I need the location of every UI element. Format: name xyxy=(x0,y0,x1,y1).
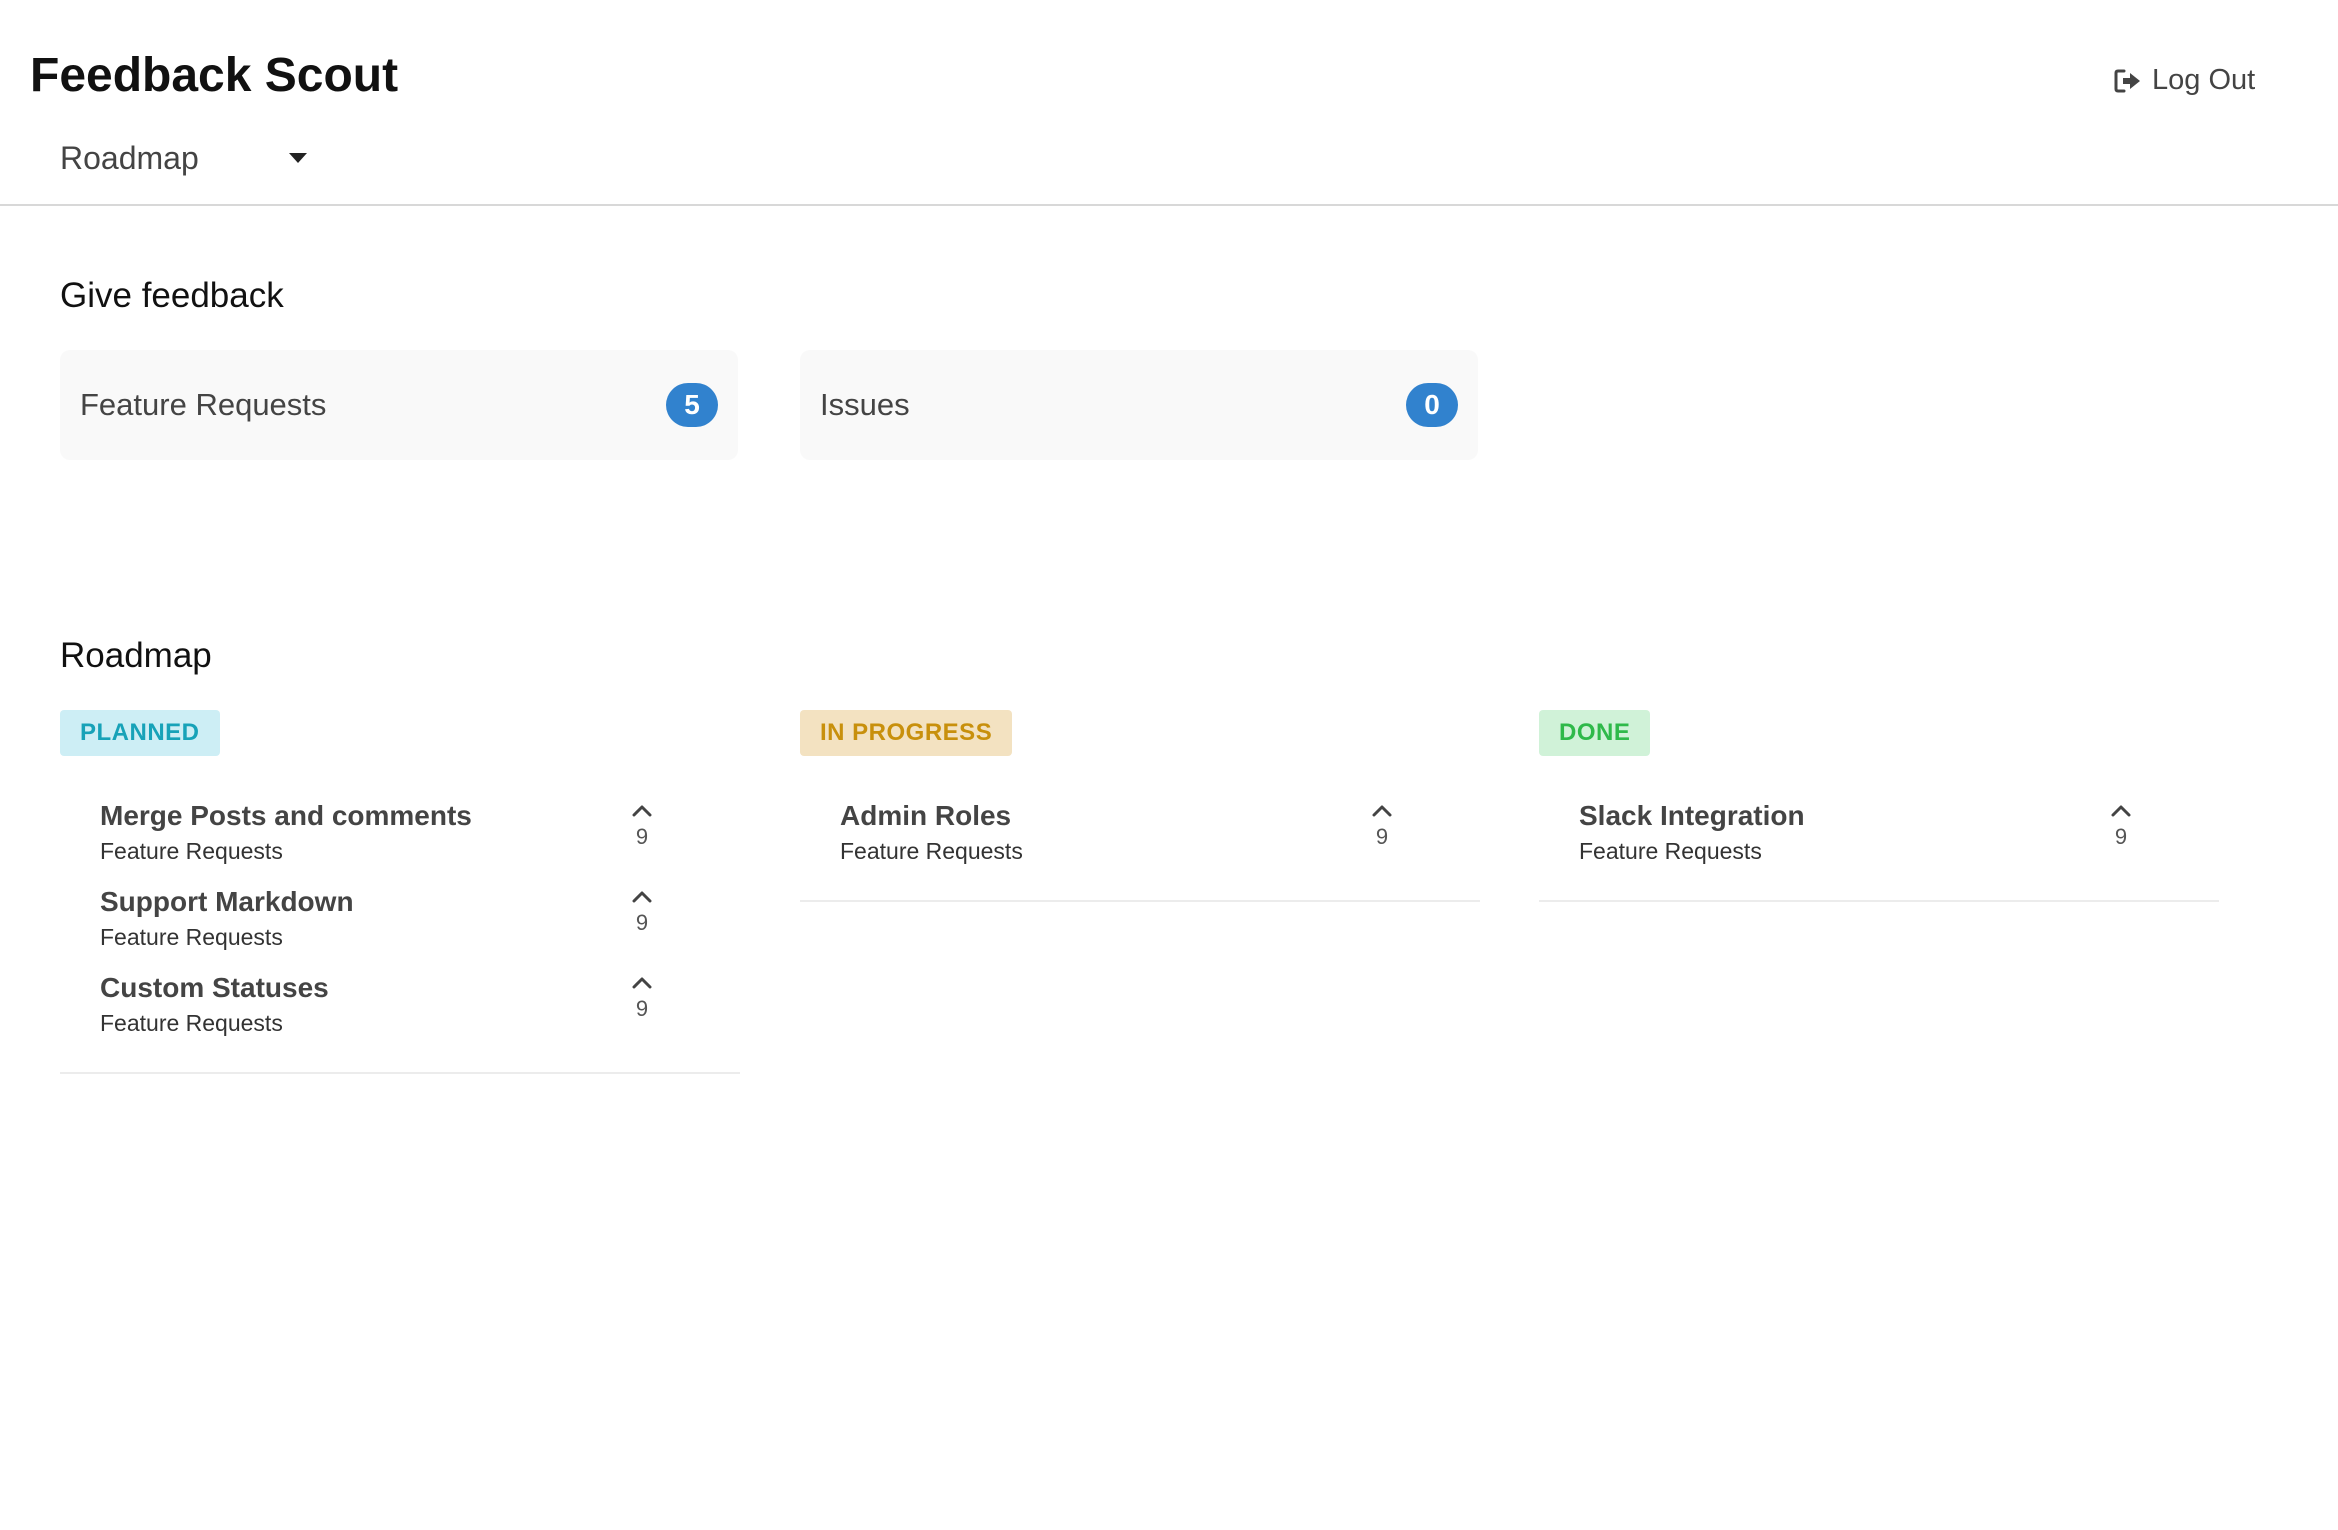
upvote-button[interactable]: 9 xyxy=(624,804,660,848)
chevron-up-icon xyxy=(632,977,652,989)
roadmap-column-planned: PLANNED Merge Posts and comments Feature… xyxy=(60,710,740,1074)
upvote-button[interactable]: 9 xyxy=(624,890,660,934)
upvote-button[interactable]: 9 xyxy=(624,976,660,1020)
chevron-up-icon xyxy=(632,805,652,817)
chevron-up-icon xyxy=(1372,805,1392,817)
roadmap-item[interactable]: Custom Statuses Feature Requests 9 xyxy=(60,972,740,1058)
status-tag-planned: PLANNED xyxy=(60,710,220,756)
roadmap-column-in-progress: IN PROGRESS Admin Roles Feature Requests… xyxy=(800,710,1480,902)
board-card-issues[interactable]: Issues 0 xyxy=(800,350,1478,460)
status-tag-done: DONE xyxy=(1539,710,1651,756)
upvote-button[interactable]: 9 xyxy=(2103,804,2139,848)
vote-count: 9 xyxy=(635,996,649,1021)
board-label: Feature Requests xyxy=(80,387,327,422)
app-header: Feedback Scout Log Out Roadmap xyxy=(0,0,2338,206)
vote-count: 9 xyxy=(635,824,649,849)
status-tag-in-progress: IN PROGRESS xyxy=(800,710,1013,756)
roadmap-item[interactable]: Support Markdown Feature Requests 9 xyxy=(60,886,740,972)
page-select-value: Roadmap xyxy=(60,140,199,176)
caret-down-icon xyxy=(289,153,307,163)
sign-out-icon xyxy=(2114,68,2142,94)
roadmap-heading: Roadmap xyxy=(60,636,212,675)
count-badge: 0 xyxy=(1406,383,1458,427)
logout-label: Log Out xyxy=(2152,64,2256,96)
vote-count: 9 xyxy=(635,910,649,935)
roadmap-list: Admin Roles Feature Requests 9 xyxy=(800,800,1480,902)
roadmap-item[interactable]: Admin Roles Feature Requests 9 xyxy=(800,800,1480,886)
vote-count: 9 xyxy=(2114,824,2128,849)
count-badge: 5 xyxy=(666,383,718,427)
logout-button[interactable]: Log Out xyxy=(2114,66,2255,95)
board-card-feature-requests[interactable]: Feature Requests 5 xyxy=(60,350,738,460)
vote-count: 9 xyxy=(1375,824,1389,849)
board-label: Issues xyxy=(820,387,910,422)
roadmap-column-done: DONE Slack Integration Feature Requests … xyxy=(1539,710,2219,902)
roadmap-item[interactable]: Slack Integration Feature Requests 9 xyxy=(1539,800,2219,886)
give-feedback-heading: Give feedback xyxy=(60,276,284,315)
chevron-up-icon xyxy=(632,891,652,903)
chevron-up-icon xyxy=(2111,805,2131,817)
roadmap-item[interactable]: Merge Posts and comments Feature Request… xyxy=(60,800,740,886)
app-title: Feedback Scout xyxy=(30,49,399,102)
upvote-button[interactable]: 9 xyxy=(1364,804,1400,848)
roadmap-list: Merge Posts and comments Feature Request… xyxy=(60,800,740,1074)
roadmap-list: Slack Integration Feature Requests 9 xyxy=(1539,800,2219,902)
page-select-dropdown[interactable]: Roadmap xyxy=(60,142,310,174)
